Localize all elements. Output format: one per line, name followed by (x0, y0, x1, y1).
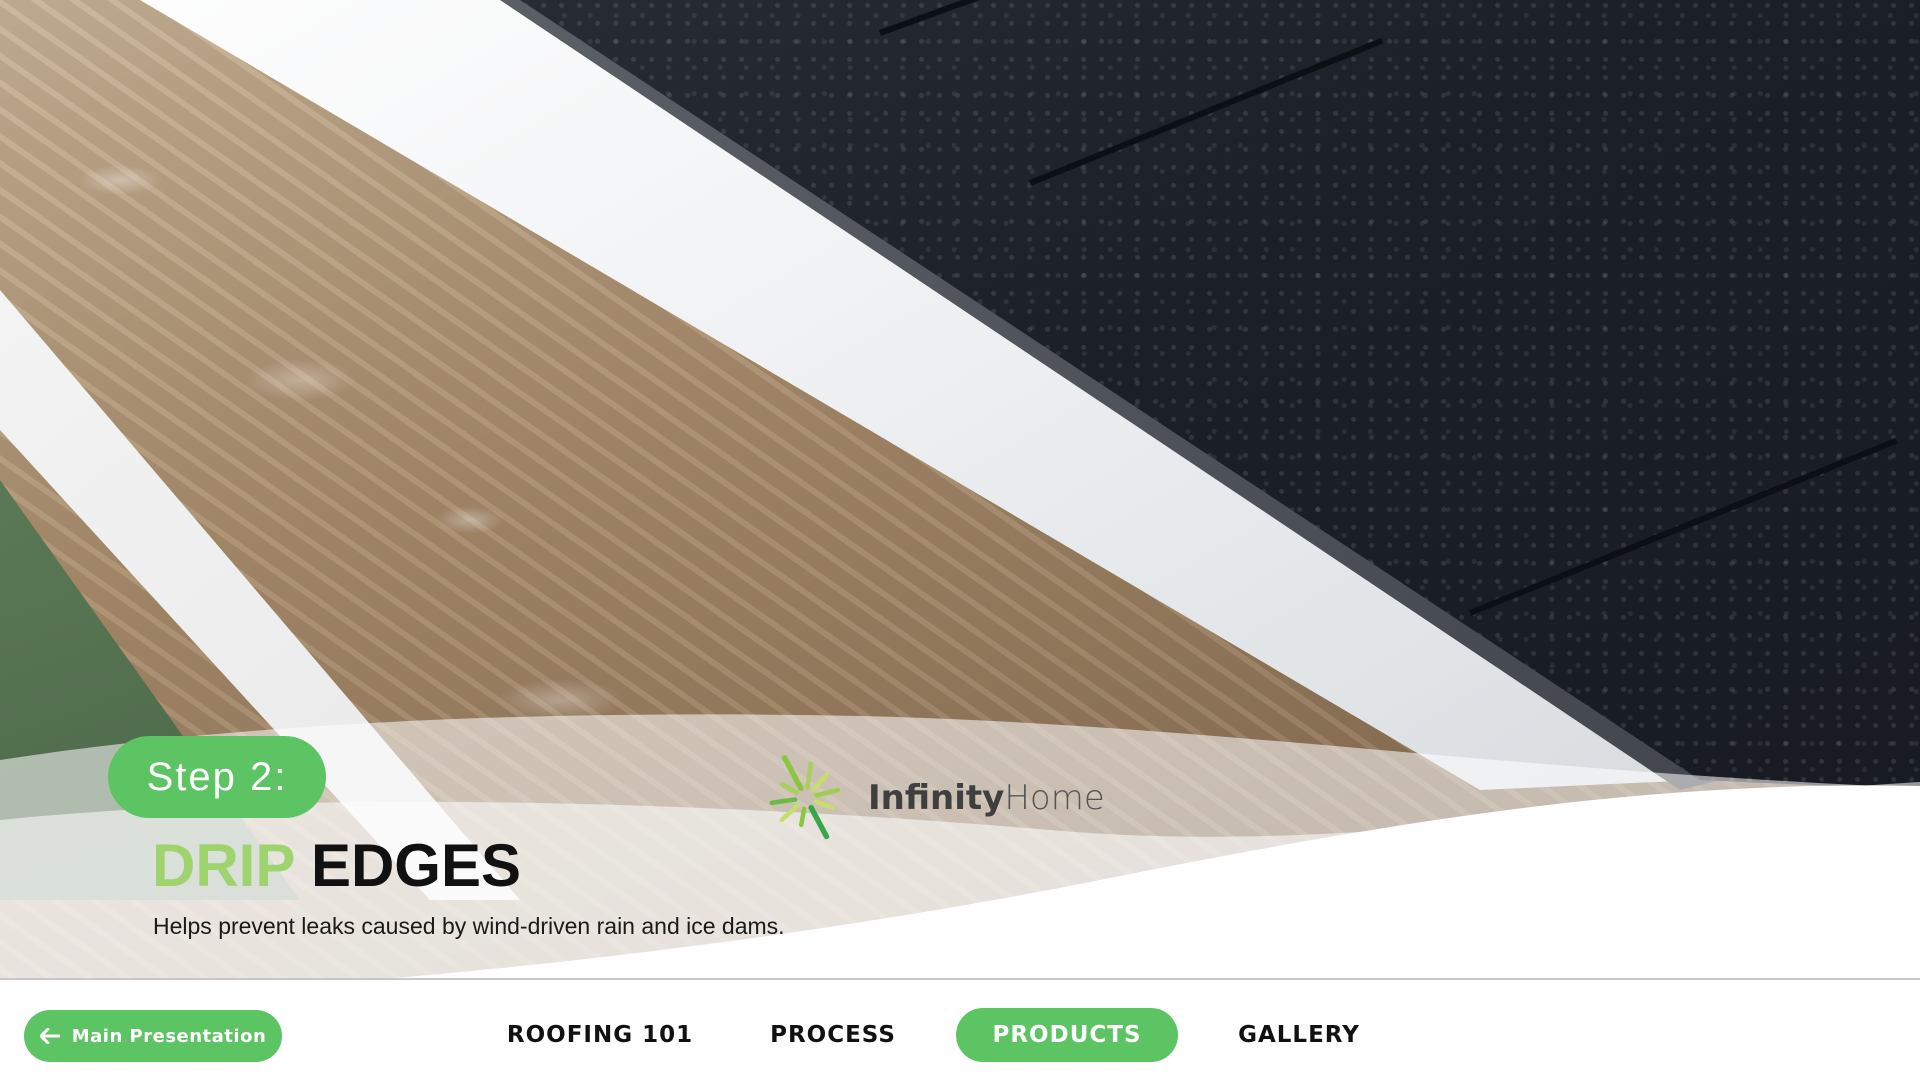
nav-process[interactable]: PROCESS (740, 1008, 926, 1062)
bottom-nav: Main Presentation ROOFING 101 PROCESS PR… (0, 978, 1920, 1080)
logo-wordmark-part1: Infinity (868, 778, 1005, 818)
main-presentation-button[interactable]: Main Presentation (24, 1010, 282, 1062)
slide: Step 2: DRIP EDGES Helps prevent leaks c… (0, 0, 1920, 1080)
page-subtitle: Helps prevent leaks caused by wind-drive… (153, 913, 785, 939)
nav-roofing-101[interactable]: ROOFING 101 (490, 1008, 710, 1062)
arrow-left-icon (39, 1028, 60, 1044)
title-accent: DRIP (152, 832, 295, 899)
main-presentation-label: Main Presentation (71, 1025, 267, 1047)
logo-wordmark-part2: Home (1004, 778, 1105, 818)
sunburst-logo-icon (769, 755, 841, 840)
nav-products[interactable]: PRODUCTS (956, 1008, 1178, 1062)
step-badge: Step 2: (108, 736, 326, 818)
infinity-home-logo: InfinityHome (756, 738, 1105, 858)
nav-gallery[interactable]: GALLERY (1208, 1008, 1390, 1062)
title-main: EDGES (310, 832, 521, 899)
logo-wordmark: InfinityHome (868, 778, 1105, 818)
page-title: DRIP EDGES (152, 834, 521, 898)
